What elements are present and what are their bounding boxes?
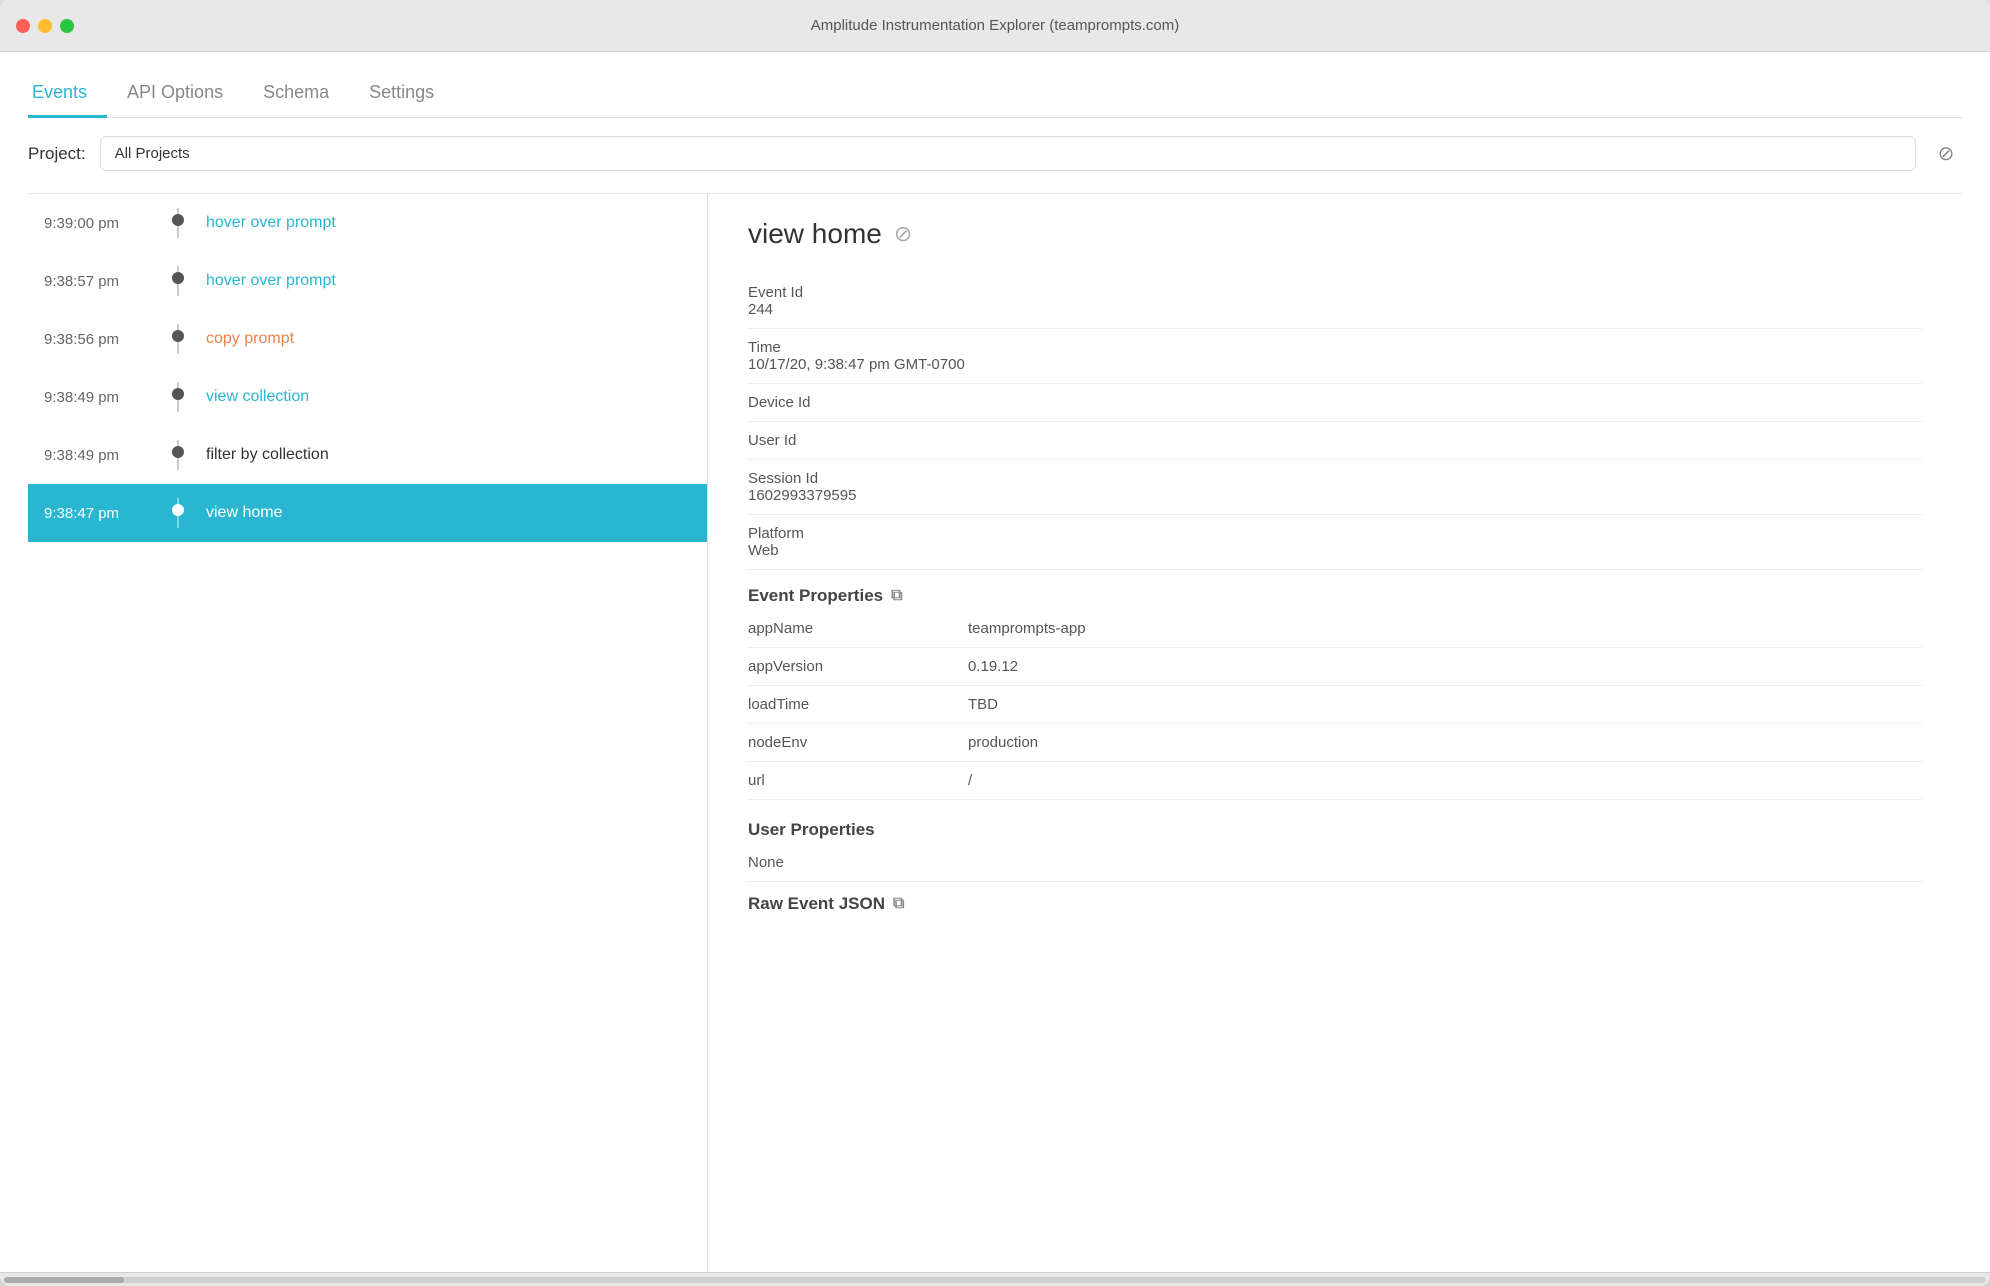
platform-value: Web <box>748 542 1922 559</box>
event-time: 9:39:00 pm <box>44 215 164 232</box>
event-name: filter by collection <box>206 446 329 464</box>
time-label: Time <box>748 339 1922 356</box>
prop-key: loadTime <box>748 686 968 724</box>
timeline-dot <box>172 504 184 516</box>
tabs-bar: Events API Options Schema Settings <box>28 52 1962 118</box>
event-row[interactable]: 9:38:56 pm copy prompt <box>28 310 707 368</box>
titlebar: Amplitude Instrumentation Explorer (team… <box>0 0 1990 52</box>
tab-settings[interactable]: Settings <box>365 72 454 118</box>
timeline-area <box>164 208 192 238</box>
event-properties-heading: Event Properties ⧉ <box>748 586 1922 606</box>
user-properties-value: None <box>748 854 1922 871</box>
minimize-button[interactable] <box>38 19 52 33</box>
tab-api-options[interactable]: API Options <box>123 72 243 118</box>
close-button[interactable] <box>16 19 30 33</box>
timeline-area <box>164 382 192 412</box>
table-row: appName teamprompts-app <box>748 610 1922 648</box>
timeline-dot <box>172 446 184 458</box>
project-row: Project: ⊘ <box>28 136 1962 171</box>
event-id-value: 244 <box>748 301 1922 318</box>
session-id-row: Session Id 1602993379595 <box>748 460 1922 515</box>
maximize-button[interactable] <box>60 19 74 33</box>
user-id-label: User Id <box>748 432 1922 449</box>
table-row: appVersion 0.19.12 <box>748 648 1922 686</box>
prop-value: / <box>968 762 1922 800</box>
table-row: loadTime TBD <box>748 686 1922 724</box>
project-input[interactable] <box>100 136 1916 171</box>
prop-value: production <box>968 724 1922 762</box>
event-time: 9:38:49 pm <box>44 389 164 406</box>
prop-value: teamprompts-app <box>968 610 1922 648</box>
scrollbar-track <box>4 1277 1986 1283</box>
device-id-row: Device Id <box>748 384 1922 422</box>
event-time: 9:38:56 pm <box>44 331 164 348</box>
time-value: 10/17/20, 9:38:47 pm GMT-0700 <box>748 356 1922 373</box>
user-id-row: User Id <box>748 422 1922 460</box>
view-icon: ⊘ <box>894 221 912 247</box>
prop-key: appVersion <box>748 648 968 686</box>
event-name: copy prompt <box>206 330 294 348</box>
detail-event-name: view home <box>748 218 882 250</box>
event-name: hover over prompt <box>206 214 336 232</box>
project-label: Project: <box>28 144 86 164</box>
timeline-area <box>164 266 192 296</box>
device-id-label: Device Id <box>748 394 1922 411</box>
app-window: Amplitude Instrumentation Explorer (team… <box>0 0 1990 1286</box>
window-title: Amplitude Instrumentation Explorer (team… <box>811 17 1179 34</box>
event-time: 9:38:57 pm <box>44 273 164 290</box>
detail-panel: view home ⊘ Event Id 244 Time 10/17/20, … <box>708 194 1962 1272</box>
session-id-value: 1602993379595 <box>748 487 1922 504</box>
copy-event-properties-icon[interactable]: ⧉ <box>891 587 902 605</box>
table-row: nodeEnv production <box>748 724 1922 762</box>
event-name: view collection <box>206 388 309 406</box>
event-row-selected[interactable]: 9:38:47 pm view home <box>28 484 707 542</box>
detail-title-row: view home ⊘ <box>748 218 1922 250</box>
table-row: url / <box>748 762 1922 800</box>
main-split: 9:39:00 pm hover over prompt 9:38:57 pm … <box>28 193 1962 1272</box>
platform-label: Platform <box>748 525 1922 542</box>
prop-value: TBD <box>968 686 1922 724</box>
user-properties-heading: User Properties <box>748 820 1922 840</box>
platform-row: Platform Web <box>748 515 1922 570</box>
event-time: 9:38:49 pm <box>44 447 164 464</box>
prop-key: url <box>748 762 968 800</box>
prop-key: nodeEnv <box>748 724 968 762</box>
event-id-row: Event Id 244 <box>748 274 1922 329</box>
events-panel: 9:39:00 pm hover over prompt 9:38:57 pm … <box>28 194 708 1272</box>
prop-value: 0.19.12 <box>968 648 1922 686</box>
traffic-lights <box>16 19 74 33</box>
session-id-label: Session Id <box>748 470 1922 487</box>
timeline-dot <box>172 214 184 226</box>
copy-raw-json-icon[interactable]: ⧉ <box>893 895 904 913</box>
clear-project-button[interactable]: ⊘ <box>1930 138 1962 170</box>
bottom-scrollbar <box>0 1272 1990 1286</box>
event-row[interactable]: 9:38:57 pm hover over prompt <box>28 252 707 310</box>
app-body: Events API Options Schema Settings Proje… <box>0 52 1990 1272</box>
event-row[interactable]: 9:38:49 pm filter by collection <box>28 426 707 484</box>
event-name: hover over prompt <box>206 272 336 290</box>
timeline-area <box>164 324 192 354</box>
time-row: Time 10/17/20, 9:38:47 pm GMT-0700 <box>748 329 1922 384</box>
event-time: 9:38:47 pm <box>44 505 164 522</box>
tab-schema[interactable]: Schema <box>259 72 349 118</box>
event-row[interactable]: 9:39:00 pm hover over prompt <box>28 194 707 252</box>
event-row[interactable]: 9:38:49 pm view collection <box>28 368 707 426</box>
raw-event-json-heading: Raw Event JSON ⧉ <box>748 894 1922 914</box>
timeline-dot <box>172 388 184 400</box>
timeline-dot <box>172 330 184 342</box>
user-properties-row: None <box>748 844 1922 882</box>
timeline-dot <box>172 272 184 284</box>
timeline-area <box>164 440 192 470</box>
user-properties-label: User Properties <box>748 820 875 840</box>
prop-key: appName <box>748 610 968 648</box>
event-properties-label: Event Properties <box>748 586 883 606</box>
raw-event-json-label: Raw Event JSON <box>748 894 885 914</box>
scrollbar-thumb[interactable] <box>4 1277 124 1283</box>
event-id-label: Event Id <box>748 284 1922 301</box>
event-properties-table: appName teamprompts-app appVersion 0.19.… <box>748 610 1922 800</box>
event-name: view home <box>206 504 282 522</box>
tab-events[interactable]: Events <box>28 72 107 118</box>
timeline-area <box>164 498 192 528</box>
